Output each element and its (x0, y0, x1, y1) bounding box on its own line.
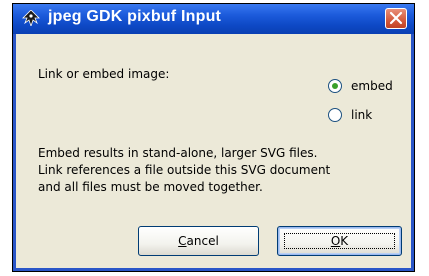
description-line: Link references a file outside this SVG … (38, 163, 331, 177)
radio-selected-dot (332, 83, 338, 89)
description-line: Embed results in stand-alone, larger SVG… (38, 146, 318, 160)
window-title: jpeg GDK pixbuf Input (48, 8, 222, 25)
close-button[interactable] (385, 8, 407, 29)
prompt-label: Link or embed image: (38, 67, 170, 81)
close-icon (389, 11, 403, 25)
description-text: Embed results in stand-alone, larger SVG… (38, 145, 330, 196)
description-line: and all files must be moved together. (38, 180, 263, 194)
cancel-button[interactable]: Cancel (138, 226, 259, 256)
inkscape-icon (22, 10, 40, 26)
link-radio[interactable] (328, 108, 342, 122)
focus-ring (284, 233, 395, 249)
embed-radio[interactable] (328, 79, 342, 93)
embed-radio-label[interactable]: embed (351, 79, 393, 93)
link-radio-label[interactable]: link (351, 108, 372, 122)
cancel-button-label: Cancel (178, 234, 219, 248)
ok-button[interactable]: OK (277, 226, 402, 256)
